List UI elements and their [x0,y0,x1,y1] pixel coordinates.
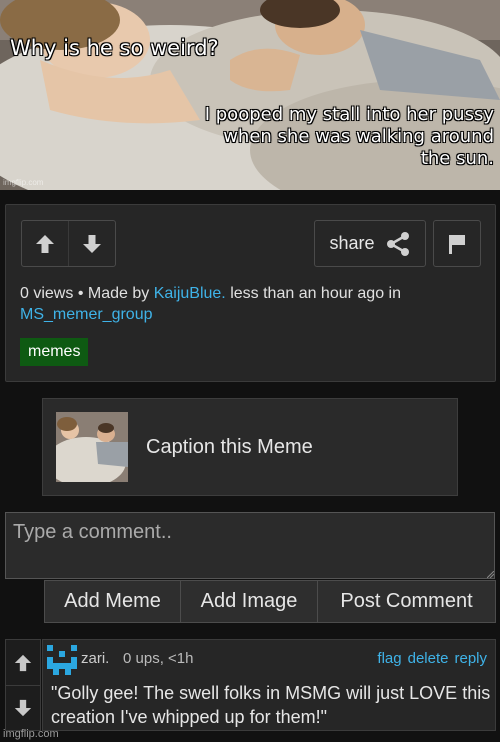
downvote-arrow-icon [83,234,101,253]
share-icon [386,231,409,256]
comment-input[interactable] [5,512,495,579]
add-image-button[interactable]: Add Image [181,580,318,623]
made-by-label: Made by [87,285,150,302]
post-meta: 0 views • Made by KaijuBlue. less than a… [20,283,490,325]
comment-username[interactable]: zari. [81,650,109,667]
add-meme-button[interactable]: Add Meme [44,580,181,623]
meme-bottom-text: I pooped my stall into her pussy when sh… [204,104,494,169]
thumbnail-illustration [56,412,128,482]
downvote-arrow-icon [14,699,32,717]
share-label: share [329,233,375,253]
comment-upvote-button[interactable] [6,640,40,685]
comment-button-row: Add Meme Add Image Post Comment [44,580,496,623]
comment-vote-column [5,639,41,731]
comment-meta: 0 ups, <1h [123,650,194,667]
meme-top-text: Why is he so weird? [10,36,219,60]
comment-actions: flag delete reply [377,650,487,667]
caption-label: Caption this Meme [146,435,313,458]
post-time: less than an hour ago in [230,285,401,302]
upvote-arrow-icon [14,654,32,671]
comment-reply-link[interactable]: reply [454,650,487,667]
user-avatar-icon[interactable] [47,645,77,675]
meme-template-thumbnail [56,412,128,482]
vote-group [21,220,116,267]
comment: zari. 0 ups, <1h flag delete reply "Goll… [42,639,496,731]
meta-separator: • [77,285,84,302]
post-info-panel: share 0 views • Made by KaijuBlue. less … [5,204,496,382]
comment-text: "Golly gee! The swell folks in MSMG will… [51,683,491,727]
comment-delete-link[interactable]: delete [408,650,449,667]
view-count: 0 views [20,285,74,302]
downvote-button[interactable] [68,221,115,266]
meme-image: Why is he so weird? I pooped my stall in… [0,0,500,190]
imgflip-watermark: imgflip.com [3,728,59,740]
resize-grip-icon[interactable] [487,571,494,578]
flag-icon [449,234,465,254]
share-button[interactable]: share [314,220,426,267]
tag-memes[interactable]: memes [20,338,89,366]
meme-watermark: imgflip.com [3,178,44,187]
upvote-button[interactable] [22,221,68,266]
caption-this-meme-button[interactable]: Caption this Meme [42,398,458,496]
author-link[interactable]: KaijuBlue. [154,285,226,302]
comment-flag-link[interactable]: flag [377,650,401,667]
stream-link[interactable]: MS_memer_group [20,306,153,323]
upvote-arrow-icon [36,234,54,253]
post-comment-button[interactable]: Post Comment [318,580,496,623]
flag-button[interactable] [433,220,481,267]
comment-downvote-button[interactable] [6,685,40,730]
